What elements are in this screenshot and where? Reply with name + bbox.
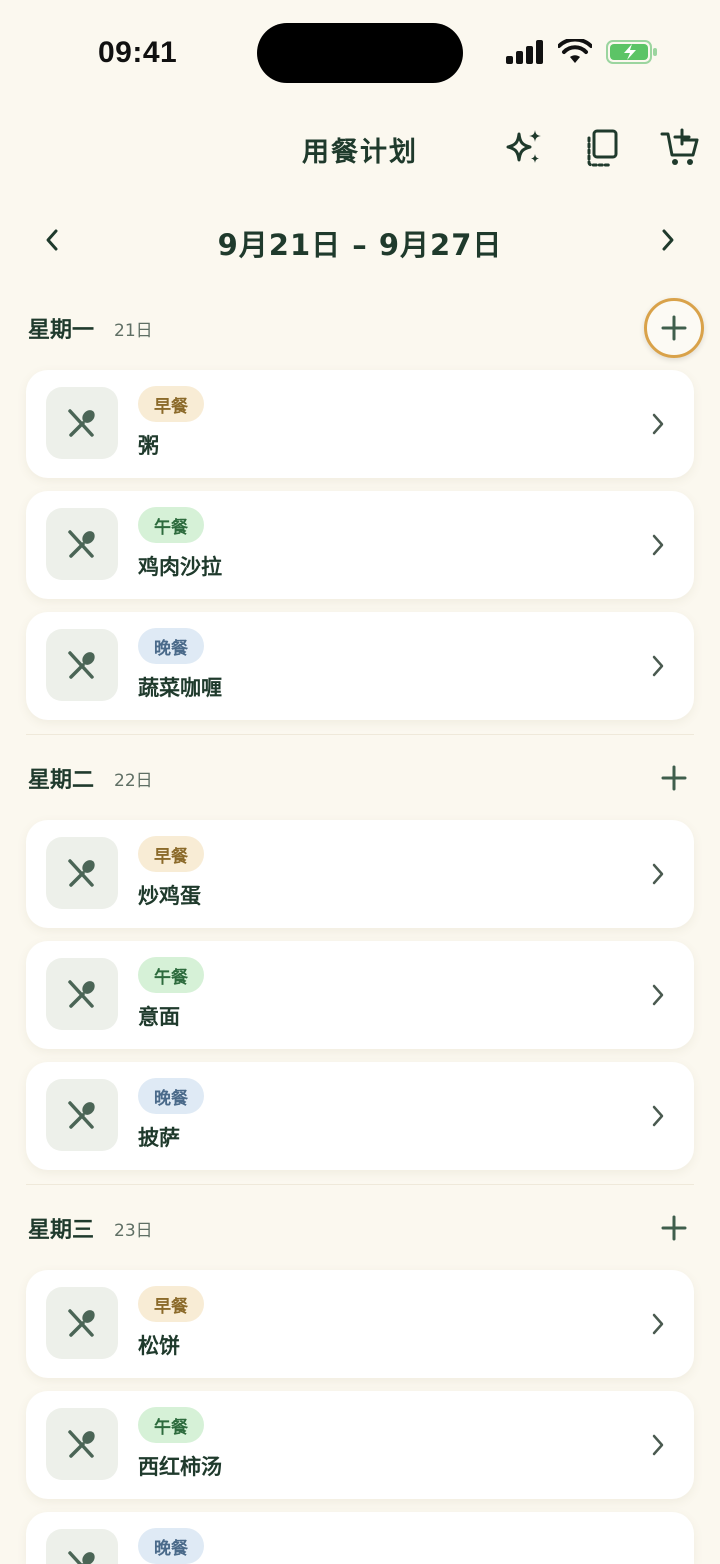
status-bar: 09:41 bbox=[0, 0, 720, 106]
meal-thumbnail bbox=[46, 629, 118, 701]
utensils-icon bbox=[68, 530, 95, 558]
meal-type-badge: 午餐 bbox=[138, 957, 204, 993]
meal-type-badge: 晚餐 bbox=[138, 1078, 204, 1114]
day-name: 星期一 bbox=[28, 318, 95, 343]
day-header: 星期三 23日 bbox=[0, 1196, 720, 1256]
plus-icon bbox=[661, 315, 687, 341]
meal-thumbnail bbox=[46, 1079, 118, 1151]
plus-icon bbox=[661, 1215, 687, 1241]
day-date: 21日 bbox=[114, 321, 153, 341]
utensils-icon bbox=[68, 1550, 95, 1564]
meal-type-badge: 午餐 bbox=[138, 1407, 204, 1443]
utensils-icon bbox=[68, 651, 95, 679]
chevron-right-icon bbox=[662, 229, 674, 251]
status-icons bbox=[506, 36, 658, 68]
meal-card[interactable]: 早餐 松饼 bbox=[26, 1270, 694, 1378]
meal-card[interactable]: 早餐 粥 bbox=[26, 370, 694, 478]
next-week-button[interactable] bbox=[646, 218, 690, 262]
meal-name: 松饼 bbox=[138, 1334, 180, 1358]
utensils-icon bbox=[68, 1309, 95, 1337]
meal-name: 西红柿汤 bbox=[138, 1455, 222, 1479]
divider bbox=[26, 1184, 694, 1185]
day-header: 星期二 22日 bbox=[0, 746, 720, 806]
meal-thumbnail bbox=[46, 1408, 118, 1480]
meal-type-badge: 早餐 bbox=[138, 836, 204, 872]
chevron-right-icon bbox=[644, 410, 672, 438]
meal-thumbnail bbox=[46, 958, 118, 1030]
day-name: 星期三 bbox=[28, 1218, 95, 1243]
day-header: 星期一 21日 bbox=[0, 296, 720, 358]
meal-name: 炒鸡蛋 bbox=[138, 884, 201, 908]
meal-name: 粥 bbox=[138, 434, 159, 458]
meal-card[interactable]: 午餐 意面 bbox=[26, 941, 694, 1049]
meal-name: 披萨 bbox=[138, 1126, 180, 1150]
chevron-right-icon bbox=[644, 652, 672, 680]
wifi-icon bbox=[558, 39, 592, 63]
meal-type-badge: 午餐 bbox=[138, 507, 204, 543]
utensils-icon bbox=[68, 409, 95, 437]
utensils-icon bbox=[68, 1101, 95, 1129]
meal-type-badge: 晚餐 bbox=[138, 628, 204, 664]
divider bbox=[26, 734, 694, 735]
meal-thumbnail bbox=[46, 508, 118, 580]
sparkle-icon bbox=[506, 130, 541, 163]
week-navigator: 9月21日 – 9月27日 bbox=[0, 212, 720, 268]
shopping-cart-button[interactable] bbox=[658, 126, 702, 170]
day-date: 22日 bbox=[114, 771, 153, 791]
meal-name: 意面 bbox=[138, 1005, 180, 1029]
meal-thumbnail bbox=[46, 387, 118, 459]
meal-name: 蔬菜咖喱 bbox=[138, 676, 222, 700]
add-meal-button[interactable] bbox=[644, 298, 704, 358]
plus-icon bbox=[661, 765, 687, 791]
copy-plan-button[interactable] bbox=[580, 126, 624, 170]
meal-thumbnail bbox=[46, 837, 118, 909]
meal-card[interactable]: 晚餐 披萨 bbox=[26, 1062, 694, 1170]
chevron-right-icon bbox=[644, 860, 672, 888]
copy-icon bbox=[587, 129, 618, 167]
day-date: 23日 bbox=[114, 1221, 153, 1241]
day-section-monday: 星期一 21日 bbox=[0, 296, 720, 358]
meal-card[interactable]: 晚餐 bbox=[26, 1512, 694, 1564]
chevron-right-icon bbox=[644, 1310, 672, 1338]
day-section-wednesday: 星期三 23日 bbox=[0, 1196, 720, 1256]
meal-thumbnail bbox=[46, 1287, 118, 1359]
signal-icon bbox=[506, 40, 543, 64]
meal-type-badge: 晚餐 bbox=[138, 1528, 204, 1564]
utensils-icon bbox=[68, 1430, 95, 1458]
status-time: 09:41 bbox=[98, 36, 178, 69]
ai-suggest-button[interactable] bbox=[502, 126, 546, 170]
meal-card[interactable]: 午餐 鸡肉沙拉 bbox=[26, 491, 694, 599]
day-section-tuesday: 星期二 22日 bbox=[0, 746, 720, 806]
chevron-right-icon bbox=[644, 981, 672, 1009]
add-meal-button[interactable] bbox=[644, 748, 704, 808]
week-range: 9月21日 – 9月27日 bbox=[217, 228, 503, 262]
meal-thumbnail bbox=[46, 1529, 118, 1564]
meal-name: 鸡肉沙拉 bbox=[138, 555, 222, 579]
chevron-right-icon bbox=[644, 531, 672, 559]
utensils-icon bbox=[68, 980, 95, 1008]
chevron-right-icon bbox=[644, 1102, 672, 1130]
meal-card[interactable]: 午餐 西红柿汤 bbox=[26, 1391, 694, 1499]
day-name: 星期二 bbox=[28, 768, 95, 793]
meal-type-badge: 早餐 bbox=[138, 386, 204, 422]
meal-type-badge: 早餐 bbox=[138, 1286, 204, 1322]
utensils-icon bbox=[68, 859, 95, 887]
cart-icon bbox=[660, 128, 699, 165]
add-meal-button[interactable] bbox=[644, 1198, 704, 1258]
app-header: 用餐计划 bbox=[0, 118, 720, 178]
battery-icon bbox=[606, 40, 657, 64]
chevron-right-icon bbox=[644, 1431, 672, 1459]
meal-card[interactable]: 晚餐 蔬菜咖喱 bbox=[26, 612, 694, 720]
dynamic-island bbox=[257, 23, 463, 83]
meal-card[interactable]: 早餐 炒鸡蛋 bbox=[26, 820, 694, 928]
